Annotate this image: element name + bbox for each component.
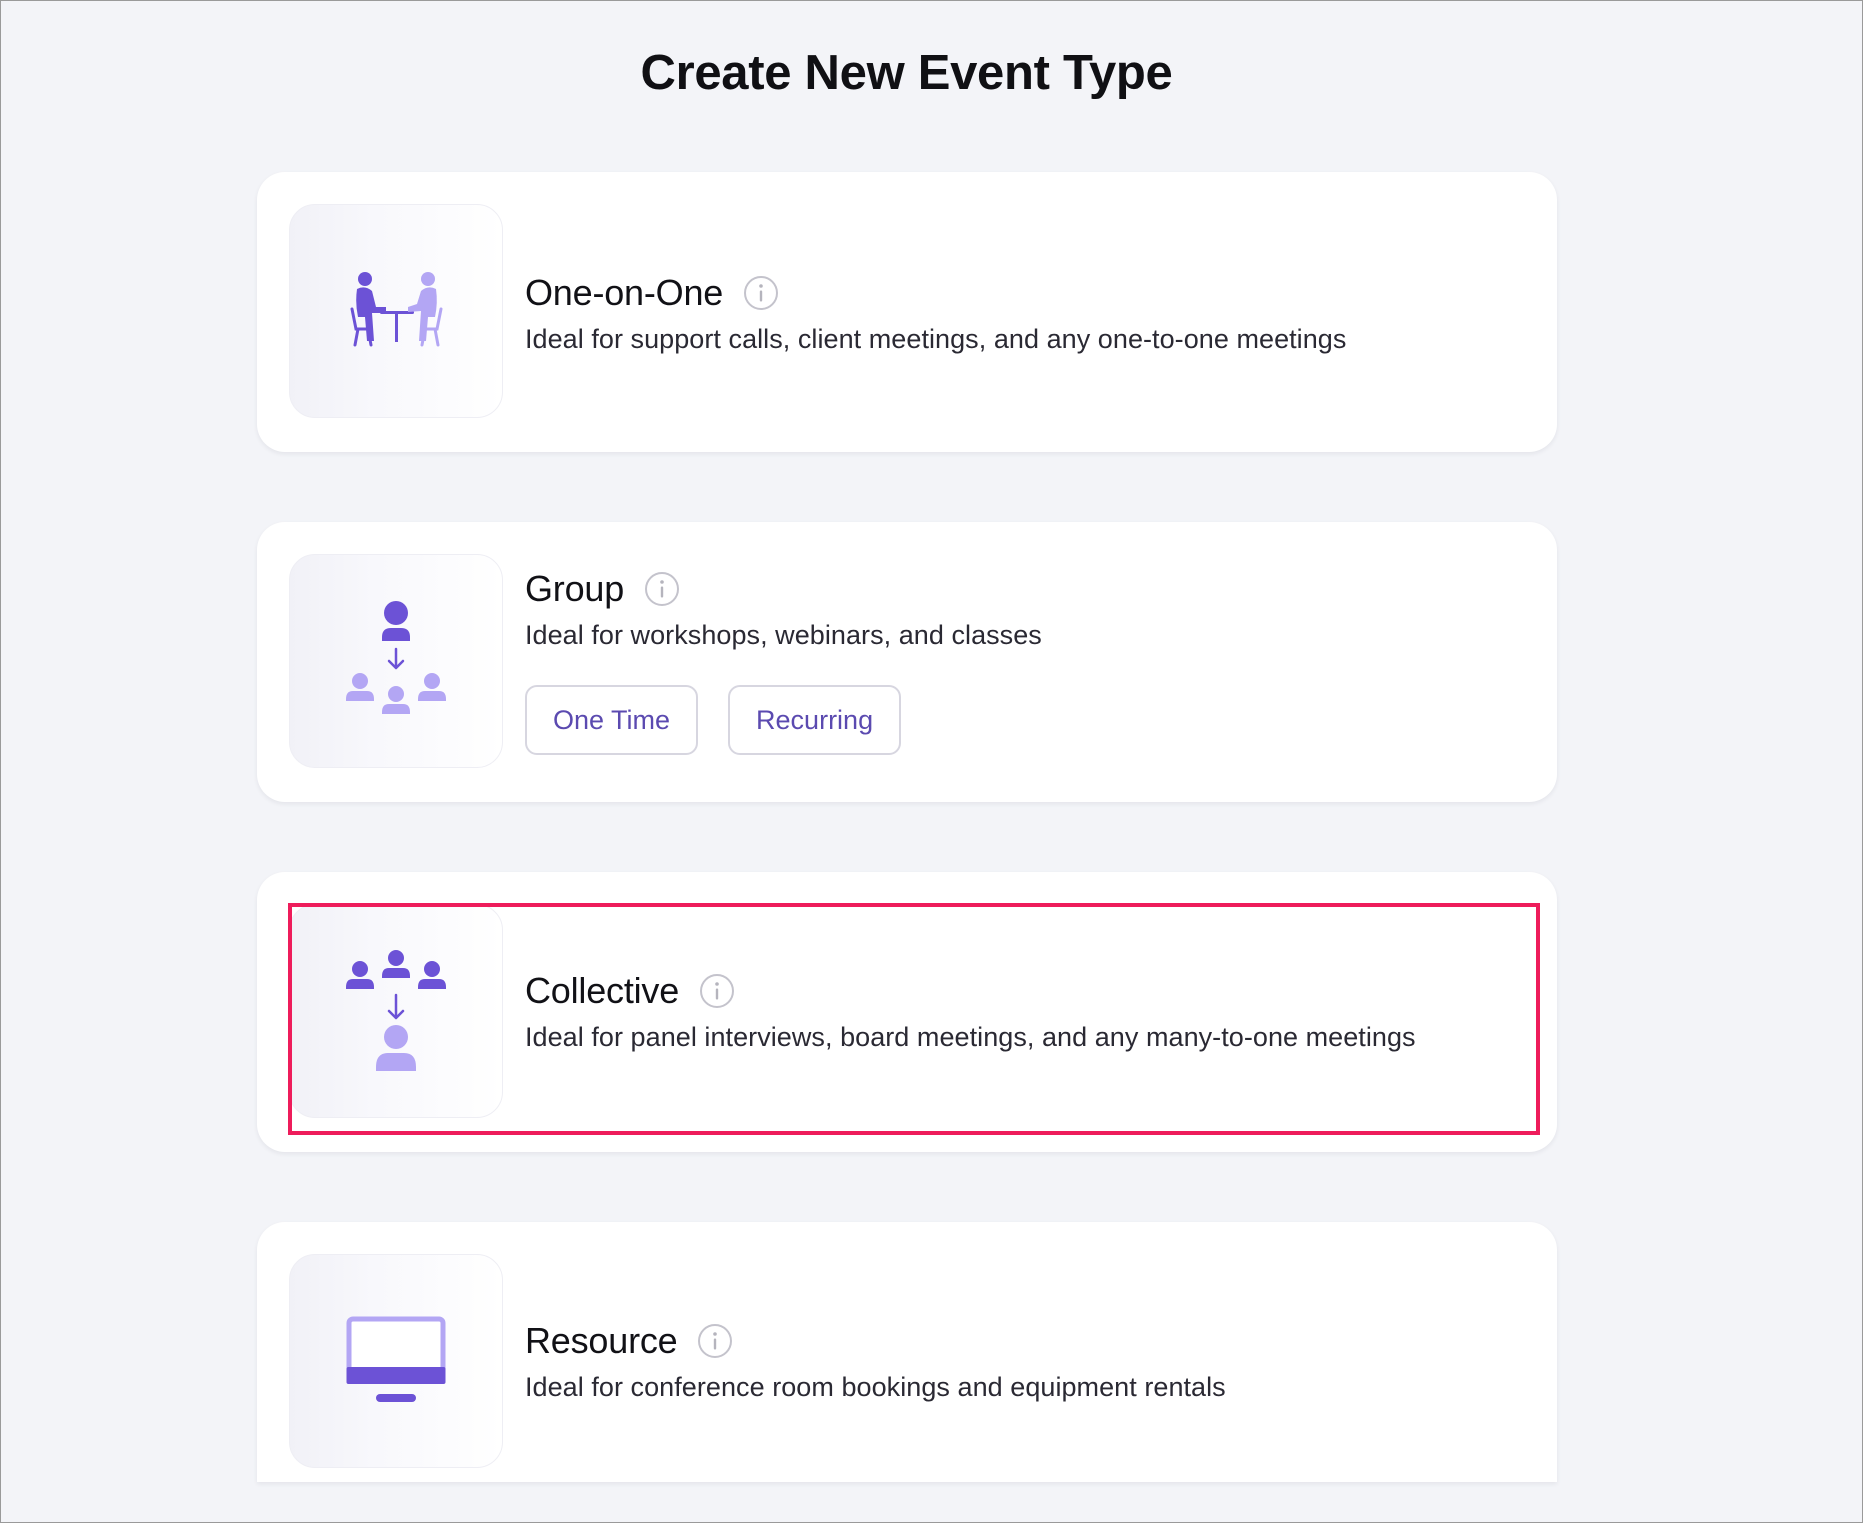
info-icon[interactable] — [697, 1323, 733, 1359]
event-type-card-one-on-one[interactable]: One-on-One Ideal for support calls, clie… — [257, 172, 1557, 452]
collective-panel-icon — [289, 904, 503, 1118]
page-title: Create New Event Type — [640, 46, 1173, 100]
one-on-one-meeting-icon — [289, 204, 503, 418]
info-icon[interactable] — [644, 571, 680, 607]
event-type-description: Ideal for workshops, webinars, and class… — [525, 620, 1042, 650]
event-type-card-resource[interactable]: Resource Ideal for conference room booki… — [257, 1222, 1557, 1482]
info-icon[interactable] — [743, 275, 779, 311]
monitor-resource-icon — [289, 1254, 503, 1468]
event-type-title: One-on-One — [525, 272, 724, 313]
event-type-description: Ideal for panel interviews, board meetin… — [525, 1022, 1416, 1052]
one-time-button[interactable]: One Time — [525, 685, 699, 755]
group-presenter-icon — [289, 554, 503, 768]
event-type-card-collective[interactable]: Collective Ideal for panel interviews, b… — [257, 872, 1557, 1152]
event-type-title: Collective — [525, 970, 680, 1011]
event-type-description: Ideal for support calls, client meetings… — [525, 324, 1347, 354]
recurring-button[interactable]: Recurring — [728, 685, 902, 755]
event-type-title: Resource — [525, 1320, 678, 1361]
group-option-row: One Time Recurring — [525, 685, 1517, 755]
info-icon[interactable] — [699, 973, 735, 1009]
event-type-description: Ideal for conference room bookings and e… — [525, 1372, 1226, 1402]
event-type-title: Group — [525, 568, 625, 609]
event-type-card-group[interactable]: Group Ideal for workshops, webinars, and… — [257, 522, 1557, 802]
